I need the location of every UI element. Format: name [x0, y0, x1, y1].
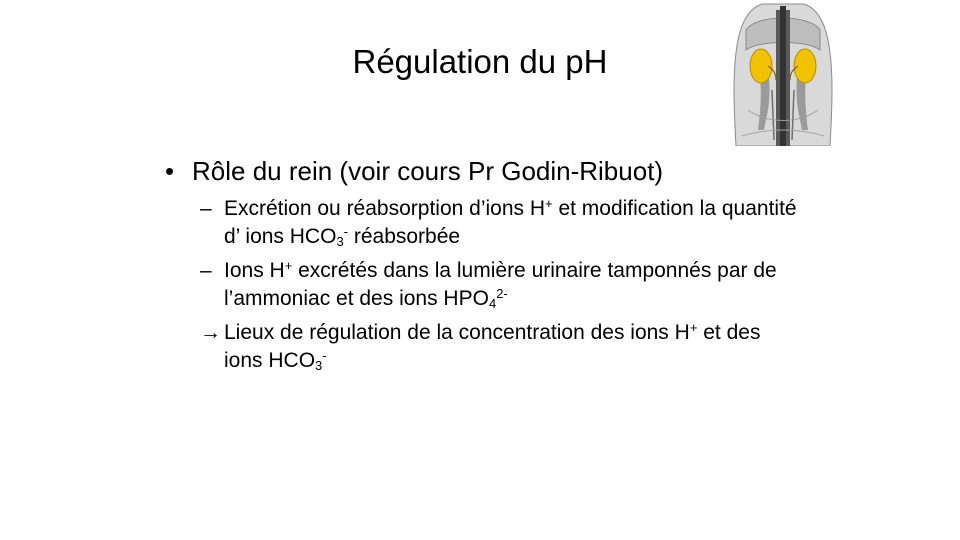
- bullet-list: • Rôle du rein (voir cours Pr Godin-Ribu…: [160, 153, 800, 375]
- kidney-anatomy-illustration: [728, 0, 838, 146]
- slide: Régulation du pH • Rôle du rein (voir co…: [0, 0, 960, 540]
- sub-bullet-text: réabsorbée: [348, 225, 461, 248]
- superscript: -: [322, 348, 327, 363]
- superscript: +: [545, 196, 553, 211]
- sub-bullet-text: excrétés dans la lumière urinaire tampon…: [224, 259, 777, 310]
- dash-marker: –: [200, 197, 212, 220]
- sub-bullet-ions-buffered: – Ions H+ excrétés dans la lumière urina…: [160, 257, 800, 313]
- dash-marker: –: [200, 259, 212, 282]
- subscript: 3: [336, 234, 344, 249]
- sub-bullet-text: Excrétion ou réabsorption d’ions H: [224, 197, 546, 220]
- sub-bullet-regulation-sites: → Lieux de régulation de la concentratio…: [160, 319, 800, 375]
- superscript: 2-: [496, 286, 508, 301]
- sub-bullet-text: Lieux de régulation de la concentration …: [224, 321, 690, 344]
- bullet-text: Rôle du rein (voir cours Pr Godin-Ribuot…: [192, 156, 664, 186]
- bullet-item-kidney-role: • Rôle du rein (voir cours Pr Godin-Ribu…: [160, 153, 800, 189]
- arrow-marker: →: [200, 321, 221, 344]
- bullet-marker: •: [165, 156, 175, 186]
- sub-bullet-text: Ions H: [224, 259, 285, 282]
- sub-bullet-excretion: – Excrétion ou réabsorption d’ions H+ et…: [160, 195, 800, 251]
